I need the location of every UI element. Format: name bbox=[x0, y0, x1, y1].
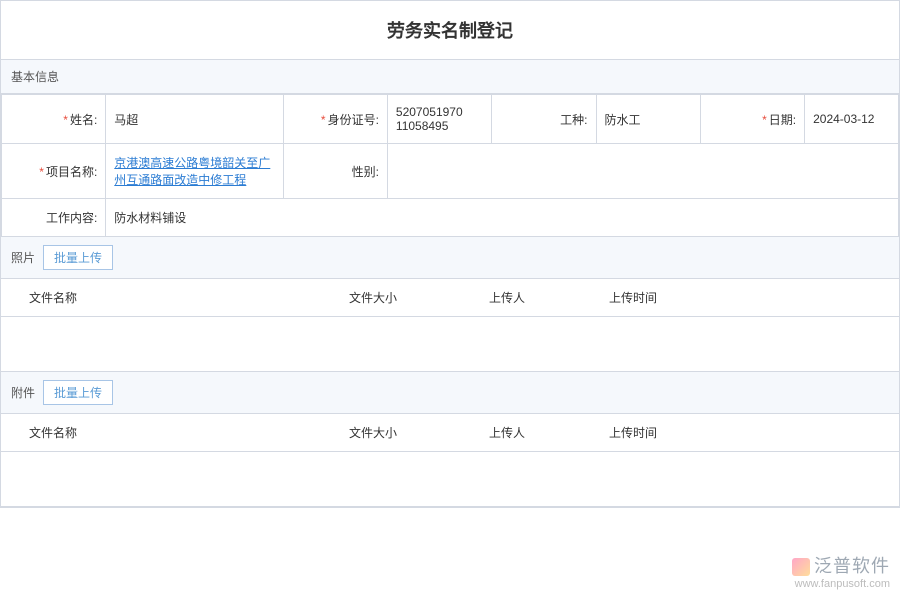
col-filesize: 文件大小 bbox=[349, 289, 489, 306]
col-uploader: 上传人 bbox=[489, 289, 609, 306]
col-filename: 文件名称 bbox=[9, 289, 349, 306]
project-value-cell: 京港澳高速公路粤境韶关至广州互通路面改造中修工程 bbox=[106, 144, 283, 199]
date-value: 2024-03-12 bbox=[805, 95, 899, 144]
section-photo: 照片 批量上传 bbox=[1, 237, 899, 279]
col-uploader: 上传人 bbox=[489, 424, 609, 441]
name-label: *姓名: bbox=[2, 95, 106, 144]
photo-list-body bbox=[1, 317, 899, 372]
attachment-list-header: 文件名称 文件大小 上传人 上传时间 bbox=[1, 414, 899, 452]
watermark: 泛普软件 www.fanpusoft.com bbox=[792, 552, 890, 590]
name-value: 马超 bbox=[106, 95, 283, 144]
section-attachment-label: 附件 bbox=[11, 384, 35, 401]
attachment-list-body bbox=[1, 452, 899, 507]
page-title: 劳务实名制登记 bbox=[1, 1, 899, 60]
id-label: *身份证号: bbox=[283, 95, 387, 144]
content-value: 防水材料铺设 bbox=[106, 199, 899, 237]
id-value: 5207051970 11058495 bbox=[387, 95, 491, 144]
logo-icon bbox=[792, 558, 810, 576]
section-photo-label: 照片 bbox=[11, 249, 35, 266]
col-filesize: 文件大小 bbox=[349, 424, 489, 441]
basic-info-table: *姓名: 马超 *身份证号: 5207051970 11058495 工种: 防… bbox=[1, 94, 899, 237]
worktype-label: 工种: bbox=[492, 95, 596, 144]
photo-list-header: 文件名称 文件大小 上传人 上传时间 bbox=[1, 279, 899, 317]
gender-value bbox=[387, 144, 898, 199]
photo-batch-upload-button[interactable]: 批量上传 bbox=[43, 245, 113, 270]
project-link[interactable]: 京港澳高速公路粤境韶关至广州互通路面改造中修工程 bbox=[114, 156, 270, 187]
gender-label: 性别: bbox=[283, 144, 387, 199]
section-basic-info: 基本信息 bbox=[1, 60, 899, 94]
project-label: *项目名称: bbox=[2, 144, 106, 199]
col-filename: 文件名称 bbox=[9, 424, 349, 441]
col-uploadtime: 上传时间 bbox=[609, 424, 891, 441]
content-label: 工作内容: bbox=[2, 199, 106, 237]
col-uploadtime: 上传时间 bbox=[609, 289, 891, 306]
form-container: 劳务实名制登记 基本信息 *姓名: 马超 *身份证号: 5207051970 1… bbox=[0, 0, 900, 508]
worktype-value: 防水工 bbox=[596, 95, 700, 144]
section-attachment: 附件 批量上传 bbox=[1, 372, 899, 414]
attachment-batch-upload-button[interactable]: 批量上传 bbox=[43, 380, 113, 405]
date-label: *日期: bbox=[700, 95, 804, 144]
